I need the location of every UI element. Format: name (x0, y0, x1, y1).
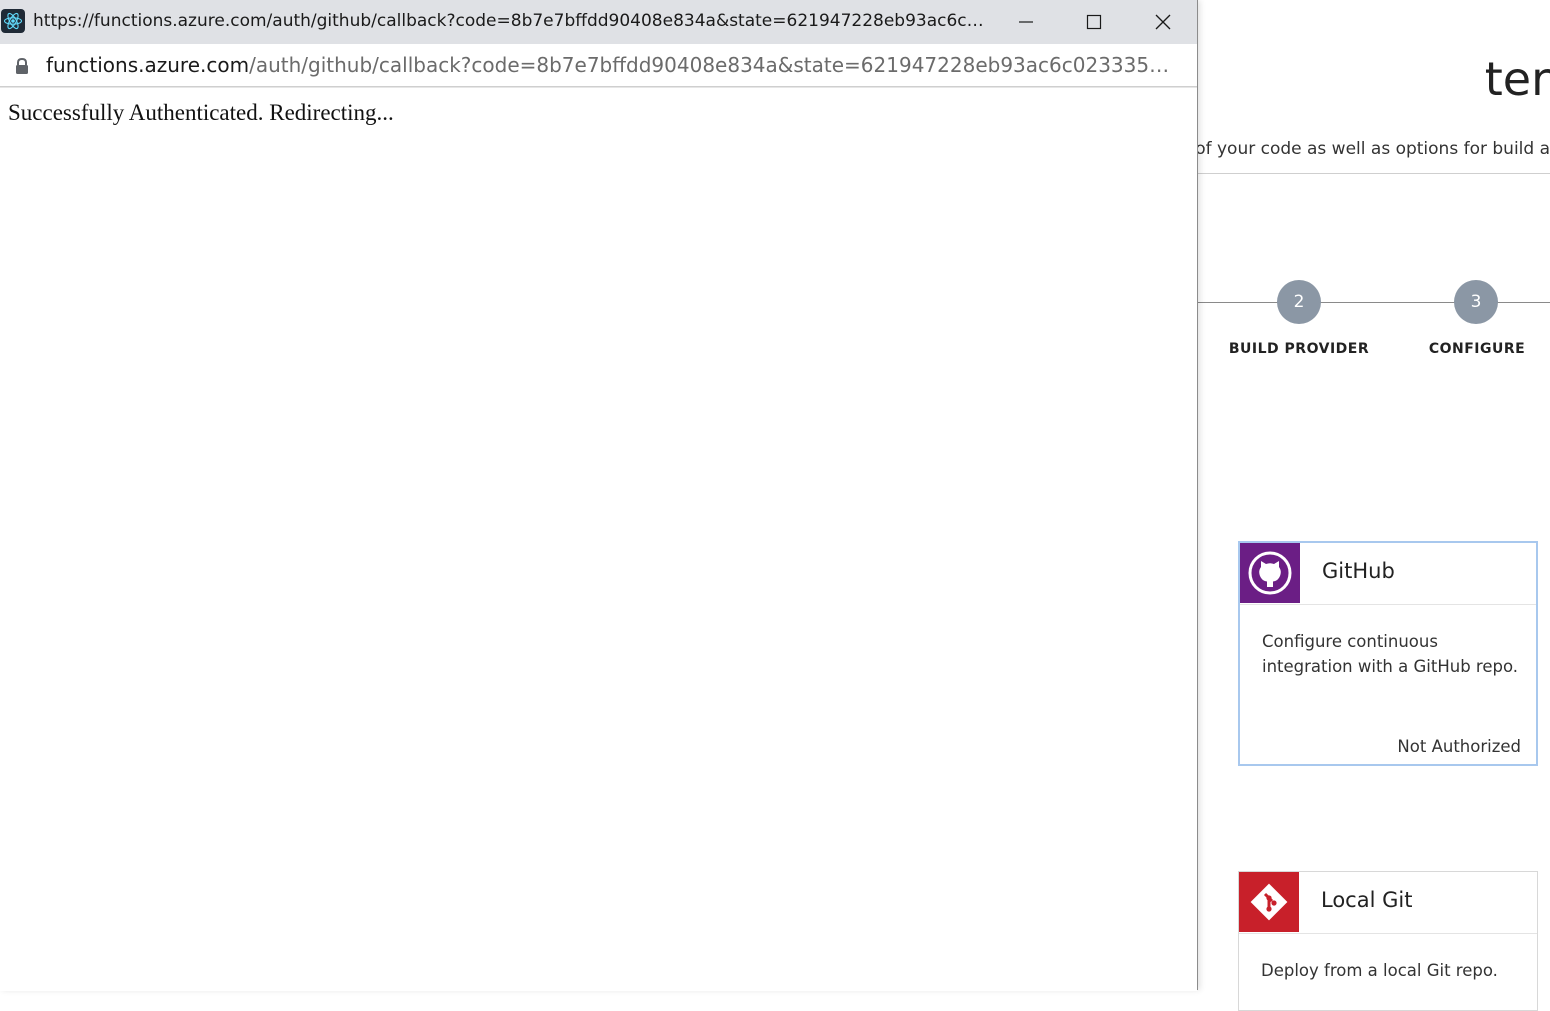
lock-icon (16, 57, 28, 74)
step-3-label[interactable]: CONFIGURE (1387, 341, 1550, 357)
github-card-header: GitHub (1240, 543, 1536, 605)
window-titlebar[interactable]: https://functions.azure.com/auth/github/… (0, 0, 1197, 44)
git-icon (1239, 872, 1299, 932)
local-git-card-header: Local Git (1239, 872, 1537, 934)
step-2-label[interactable]: BUILD PROVIDER (1209, 341, 1389, 357)
github-card-title: GitHub (1322, 559, 1395, 583)
window-title: https://functions.azure.com/auth/github/… (33, 11, 993, 31)
local-git-card[interactable]: Local Git Deploy from a local Git repo. (1238, 871, 1538, 1011)
url-path: /auth/github/callback?code=8b7e7bffdd904… (249, 53, 1176, 77)
close-button[interactable] (1129, 0, 1197, 44)
maximize-icon (1086, 14, 1102, 30)
popup-content: Successfully Authenticated. Redirecting.… (0, 87, 1197, 991)
header-divider (1197, 173, 1550, 174)
github-card[interactable]: GitHub Configure continuous integration … (1238, 541, 1538, 766)
github-card-status: Not Authorized (1397, 737, 1521, 756)
local-git-card-title: Local Git (1321, 888, 1413, 912)
local-git-card-description: Deploy from a local Git repo. (1261, 961, 1498, 980)
close-icon (1155, 14, 1171, 30)
auth-popup-window: https://functions.azure.com/auth/github/… (0, 0, 1198, 991)
github-icon (1240, 543, 1300, 603)
auth-status-message: Successfully Authenticated. Redirecting.… (8, 100, 394, 125)
address-bar[interactable]: functions.azure.com/auth/github/callback… (0, 44, 1197, 87)
react-app-icon (1, 9, 25, 33)
url-display[interactable]: functions.azure.com/auth/github/callback… (46, 53, 1176, 77)
step-3-circle[interactable]: 3 (1454, 280, 1498, 324)
minimize-icon (1019, 21, 1033, 23)
step-2-circle[interactable]: 2 (1277, 280, 1321, 324)
minimize-button[interactable] (992, 0, 1060, 44)
github-card-description: Configure continuous integration with a … (1262, 632, 1519, 676)
url-host: functions.azure.com (46, 53, 250, 77)
maximize-button[interactable] (1060, 0, 1128, 44)
